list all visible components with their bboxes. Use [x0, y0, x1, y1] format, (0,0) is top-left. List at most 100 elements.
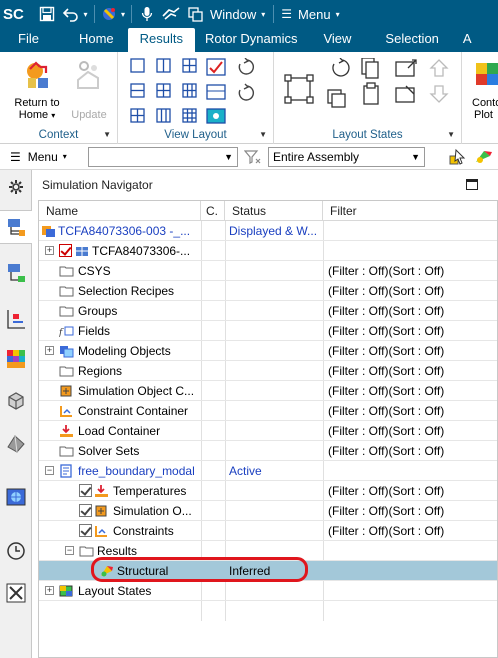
tree-row[interactable]: Simulation O... (Filter : Off)(Sort : Of…: [39, 501, 497, 521]
sim-file-icon: [42, 226, 55, 237]
view-layout-grid-icons[interactable]: [130, 58, 270, 124]
simulation-file-view-icon[interactable]: [3, 260, 29, 286]
chevron-down-icon: ▾: [62, 152, 67, 161]
column-header-status[interactable]: Status: [225, 201, 323, 221]
microphone-icon[interactable]: [136, 0, 158, 28]
main-menu[interactable]: ☰ Menu ▾: [278, 0, 342, 28]
tree-row[interactable]: + TCFA84073306-...: [39, 241, 497, 261]
update-button[interactable]: Update: [64, 60, 114, 121]
tools-icon[interactable]: [3, 580, 29, 606]
tree-row[interactable]: Constraint Container (Filter : Off)(Sort…: [39, 401, 497, 421]
tree-row[interactable]: Solver Sets (Filter : Off)(Sort : Off): [39, 441, 497, 461]
return-to-home-button[interactable]: Return to Home ▾: [8, 60, 66, 122]
history-clock-icon[interactable]: [3, 538, 29, 564]
separator: [273, 5, 275, 23]
tree-row-name: Temperatures: [113, 484, 187, 498]
context-group-label: Context: [38, 129, 79, 141]
window-icon[interactable]: [184, 0, 206, 28]
tab-home[interactable]: Home: [51, 28, 128, 52]
tab-view[interactable]: View: [309, 28, 365, 52]
selection-filter-icon[interactable]: ▾: [99, 0, 127, 28]
modeling-objects-icon: [60, 346, 74, 358]
tree-row-name: TCFA84073306-003 -_...: [58, 224, 191, 238]
app-logo: SC: [3, 5, 24, 23]
column-header-filter[interactable]: Filter: [323, 201, 497, 221]
tree-row[interactable]: Regions (Filter : Off)(Sort : Off): [39, 361, 497, 381]
selection-intent-icon[interactable]: [448, 148, 466, 166]
tree-row[interactable]: Groups (Filter : Off)(Sort : Off): [39, 301, 497, 321]
save-icon[interactable]: [34, 0, 60, 28]
post-processing-navigator-icon[interactable]: [3, 306, 29, 332]
tree-row-name: Solver Sets: [78, 444, 140, 458]
update-icon: [77, 61, 99, 89]
chevron-down-icon[interactable]: ▼: [447, 130, 455, 139]
type-filter-combo[interactable]: ▼: [88, 147, 238, 167]
tree-row-name: Layout States: [78, 584, 152, 598]
constraint-icon: [95, 526, 107, 537]
column-header-name[interactable]: Name: [39, 201, 201, 221]
visibility-checkbox[interactable]: [79, 524, 92, 537]
tree-row[interactable]: Temperatures (Filter : Off)(Sort : Off): [39, 481, 497, 501]
tree-row[interactable]: Selection Recipes (Filter : Off)(Sort : …: [39, 281, 497, 301]
toolbar-menu-button[interactable]: ☰ Menu ▾: [10, 150, 67, 164]
web-browser-icon[interactable]: [3, 484, 29, 510]
expand-icon[interactable]: +: [45, 346, 54, 355]
maximize-icon[interactable]: [466, 179, 478, 190]
contour-plot-button[interactable]: Conto Plot: [468, 60, 498, 121]
column-header-c[interactable]: C.: [201, 201, 225, 221]
chevron-down-icon[interactable]: ▼: [259, 130, 267, 139]
touch-mode-icon[interactable]: [158, 0, 184, 28]
visibility-checkbox[interactable]: [79, 504, 92, 517]
palette-icon[interactable]: [3, 346, 29, 372]
view-layout-group: View Layout ▼: [118, 52, 274, 144]
tree-row-name: Selection Recipes: [78, 284, 175, 298]
update-label: Update: [71, 109, 107, 121]
material-icon[interactable]: [3, 430, 29, 456]
tree-row[interactable]: CSYS (Filter : Off)(Sort : Off): [39, 261, 497, 281]
filter-funnel-icon[interactable]: [244, 149, 262, 165]
chevron-down-icon[interactable]: ▼: [103, 130, 111, 139]
tab-overflow[interactable]: A: [453, 28, 472, 52]
tree-row-filter: (Filter : Off)(Sort : Off): [328, 524, 445, 538]
tab-selection[interactable]: Selection: [365, 28, 452, 52]
undo-icon[interactable]: ▾: [60, 0, 90, 28]
tree-row[interactable]: + Layout States: [39, 581, 497, 601]
tree-row[interactable]: TCFA84073306-003 -_... Displayed & W...: [39, 221, 497, 241]
assembly-scope-combo[interactable]: Entire Assembly ▼: [268, 147, 425, 167]
expand-icon[interactable]: +: [45, 586, 54, 595]
visibility-checkbox[interactable]: [79, 484, 92, 497]
ribbon: Return to Home ▾ Update Context ▼ View L…: [0, 52, 498, 144]
folder-icon: [59, 286, 74, 297]
tab-file[interactable]: File: [0, 28, 51, 52]
hamburger-menu-icon: ☰: [281, 7, 293, 21]
tree-row[interactable]: Constraints (Filter : Off)(Sort : Off): [39, 521, 497, 541]
part-icon[interactable]: [3, 388, 29, 414]
window-menu[interactable]: Window ▾: [206, 0, 269, 28]
tree-row[interactable]: Simulation Object C... (Filter : Off)(So…: [39, 381, 497, 401]
tree-row[interactable]: Load Container (Filter : Off)(Sort : Off…: [39, 421, 497, 441]
simulation-navigator-tree: Name C. Status Filter TCFA84073306-003 -…: [38, 200, 498, 658]
simulation-object-icon: [95, 505, 107, 517]
tree-row[interactable]: − free_boundary_modal Active: [39, 461, 497, 481]
collapse-icon[interactable]: −: [45, 466, 54, 475]
simulation-navigator-tab-icon[interactable]: [0, 210, 32, 244]
highlight-icon[interactable]: [474, 148, 494, 166]
tree-row-filter: (Filter : Off)(Sort : Off): [328, 404, 445, 418]
layout-states-icon: [59, 585, 73, 597]
collapse-icon[interactable]: −: [65, 546, 74, 555]
tree-row-name: CSYS: [78, 264, 111, 278]
return-home-icon: [27, 61, 48, 88]
expand-icon[interactable]: +: [45, 246, 54, 255]
visibility-checkbox[interactable]: [59, 244, 72, 257]
tree-row-name: Regions: [78, 364, 123, 378]
gear-icon[interactable]: [3, 174, 29, 200]
layout-states-icons[interactable]: [284, 58, 454, 124]
layout-states-group: Layout States ▼: [274, 52, 462, 144]
tree-row-filter: (Filter : Off)(Sort : Off): [328, 504, 445, 518]
tab-rotor-dynamics[interactable]: Rotor Dynamics: [195, 28, 309, 52]
tree-row-filter: (Filter : Off)(Sort : Off): [328, 304, 445, 318]
tree-row[interactable]: + Modeling Objects (Filter : Off)(Sort :…: [39, 341, 497, 361]
tree-row[interactable]: f Fields (Filter : Off)(Sort : Off): [39, 321, 497, 341]
tree-row-name: Fields: [78, 324, 111, 338]
tab-results[interactable]: Results: [127, 28, 195, 52]
